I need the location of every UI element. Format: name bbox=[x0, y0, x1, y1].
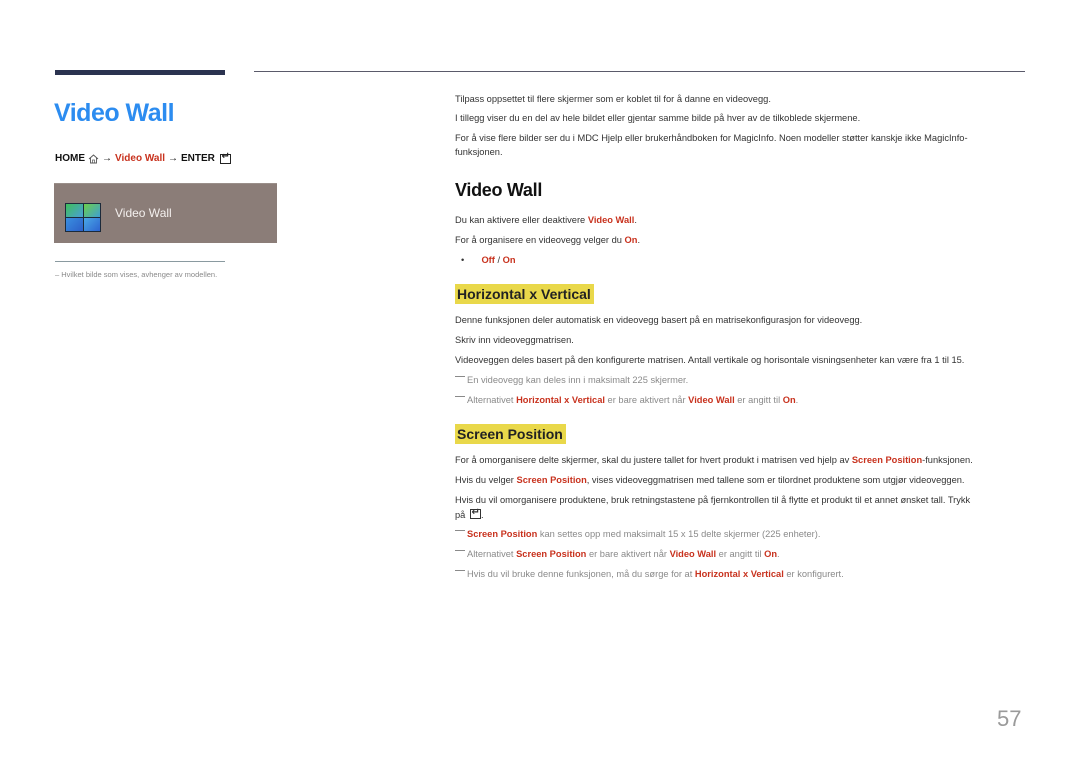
hv-note: En videovegg kan deles inn i maksimalt 2… bbox=[455, 373, 688, 387]
option-list-item: • Off / On bbox=[461, 255, 516, 265]
intro-paragraph: I tillegg viser du en del av hele bildet… bbox=[455, 113, 861, 123]
intro-paragraph: For å vise flere bilder ser du i MDC Hje… bbox=[455, 133, 968, 157]
sp-note: Screen Position kan settes opp med maksi… bbox=[455, 527, 820, 541]
header-bar-thin bbox=[254, 71, 1025, 72]
section-title-horizontal-vertical: Horizontal x Vertical bbox=[455, 284, 594, 304]
left-footnote: – Hvilket bilde som vises, avhenger av m… bbox=[55, 270, 218, 279]
note-divider bbox=[55, 261, 225, 262]
breadcrumb: HOME → Video Wall → ENTER bbox=[55, 151, 231, 164]
video-wall-menu-card: Video Wall bbox=[54, 183, 277, 243]
option-off: Off bbox=[481, 255, 495, 265]
breadcrumb-enter: ENTER bbox=[181, 153, 215, 164]
breadcrumb-home: HOME bbox=[55, 153, 85, 164]
video-wall-icon bbox=[65, 203, 101, 232]
sp-paragraph: For å omorganisere delte skjermer, skal … bbox=[455, 455, 973, 465]
header-bar-thick bbox=[55, 70, 225, 75]
breadcrumb-arrow: → bbox=[102, 153, 112, 164]
sp-note: Hvis du vil bruke denne funksjonen, må d… bbox=[455, 567, 844, 581]
sp-paragraph: Hvis du vil omorganisere produktene, bru… bbox=[455, 495, 971, 505]
sp-paragraph: Hvis du velger Screen Position, vises vi… bbox=[455, 475, 965, 485]
section-title-screen-position: Screen Position bbox=[455, 424, 566, 444]
page-title: Video Wall bbox=[54, 99, 175, 127]
intro-paragraph: Tilpass oppsettet til flere skjermer som… bbox=[455, 94, 771, 104]
option-on: On bbox=[502, 255, 516, 265]
enter-icon bbox=[219, 151, 231, 164]
video-wall-paragraph: Du kan aktivere eller deaktivere Video W… bbox=[455, 215, 637, 225]
hv-note: Alternativet Horizontal x Vertical er ba… bbox=[455, 393, 798, 407]
sp-note: Alternativet Screen Position er bare akt… bbox=[455, 547, 780, 561]
breadcrumb-video-wall: Video Wall bbox=[115, 153, 166, 164]
sp-paragraph: på . bbox=[455, 506, 484, 522]
hv-paragraph: Denne funksjonen deler automatisk en vid… bbox=[455, 315, 863, 325]
hv-paragraph: Videoveggen deles basert på den konfigur… bbox=[455, 355, 965, 365]
section-title-video-wall: Video Wall bbox=[455, 180, 543, 200]
page-number: 57 bbox=[997, 706, 1022, 731]
left-footnote-text: Hvilket bilde som vises, avhenger av mod… bbox=[61, 270, 218, 279]
menu-card-label: Video Wall bbox=[115, 206, 172, 220]
home-icon bbox=[88, 153, 99, 164]
hv-paragraph: Skriv inn videoveggmatrisen. bbox=[455, 335, 574, 345]
enter-icon bbox=[469, 506, 481, 520]
video-wall-paragraph: For å organisere en videovegg velger du … bbox=[455, 235, 641, 245]
breadcrumb-arrow: → bbox=[168, 153, 179, 164]
